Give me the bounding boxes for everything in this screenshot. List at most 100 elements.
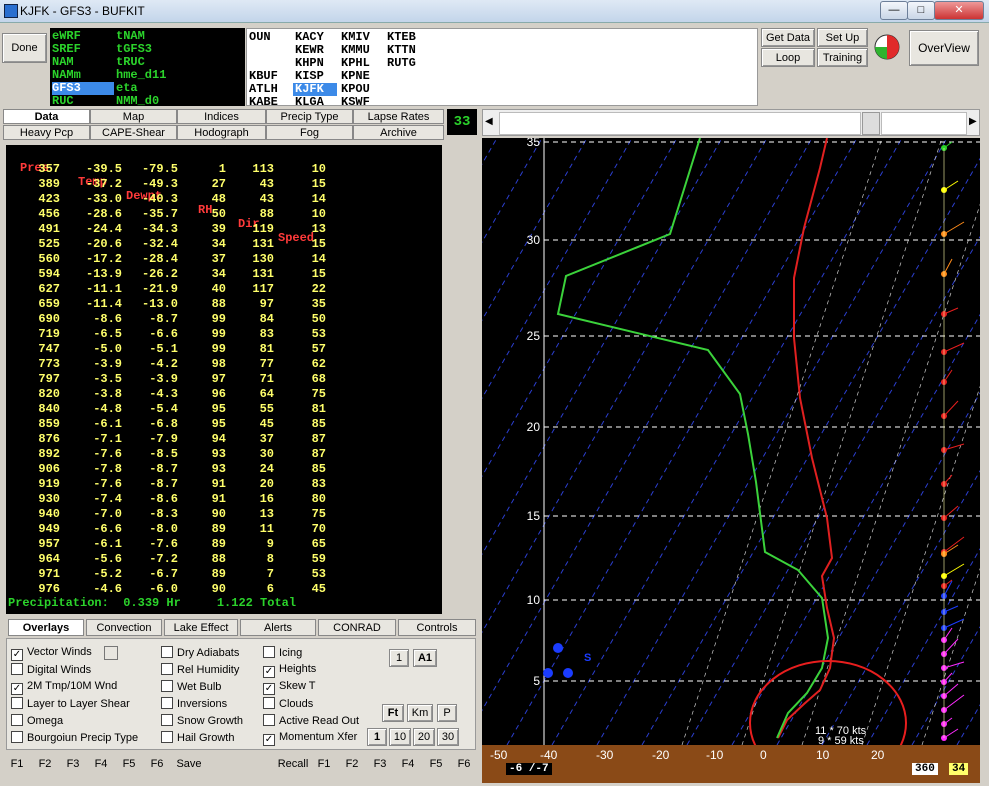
checkbox-empty-icon[interactable] (161, 646, 173, 658)
scroll-track[interactable] (499, 112, 861, 135)
f3-key[interactable]: F3 (62, 755, 84, 775)
overlay-checkbox[interactable]: ✓ Heights (263, 663, 316, 678)
overlay-checkbox-label: Momentum Xfer (279, 731, 358, 743)
overlay-checkbox[interactable]: ✓ Vector Winds (11, 646, 92, 661)
overlay-checkbox[interactable]: Hail Growth (161, 731, 234, 744)
checkbox-empty-icon[interactable] (161, 697, 173, 709)
vector-winds-swatch[interactable] (104, 646, 118, 660)
model-item[interactable]: NMM_d0 (116, 95, 159, 108)
minimize-button[interactable]: — (880, 1, 908, 20)
overview-button[interactable]: OverView (909, 30, 979, 66)
checkbox-checked-icon[interactable]: ✓ (11, 649, 23, 661)
overlay-checkbox[interactable]: Inversions (161, 697, 227, 710)
recall-f2-key[interactable]: F2 (341, 755, 363, 775)
tab-data[interactable]: Data (3, 109, 90, 124)
step-button[interactable]: 10 (389, 728, 411, 746)
tab-convection[interactable]: Convection (86, 619, 162, 636)
tab-overlays[interactable]: Overlays (8, 619, 84, 636)
skew-t-plot[interactable]: 35 30 25 20 15 10 5 11 * 70 kts 9 * 59 kts S (482, 138, 980, 745)
scroll-track-right[interactable] (881, 112, 967, 135)
get-data-button[interactable]: Get Data (761, 28, 815, 47)
tab-alerts[interactable]: Alerts (240, 619, 316, 636)
checkbox-empty-icon[interactable] (11, 731, 23, 743)
recall-f3-key[interactable]: F3 (369, 755, 391, 775)
tab-heavy-pcp[interactable]: Heavy Pcp (3, 125, 90, 140)
training-button[interactable]: Training (817, 48, 868, 67)
f6-key[interactable]: F6 (146, 755, 168, 775)
tab-indices[interactable]: Indices (177, 109, 266, 124)
overlay-checkbox[interactable]: Wet Bulb (161, 680, 221, 693)
checkbox-empty-icon[interactable] (161, 680, 173, 692)
checkbox-empty-icon[interactable] (11, 663, 23, 675)
tab-fog[interactable]: Fog (266, 125, 353, 140)
overlay-checkbox[interactable]: Rel Humidity (161, 663, 239, 676)
station-item[interactable]: RUTG (387, 57, 416, 70)
ft-button[interactable]: Ft (382, 704, 404, 722)
checkbox-checked-icon[interactable]: ✓ (263, 666, 275, 678)
f5-key[interactable]: F5 (118, 755, 140, 775)
overlay-checkbox[interactable]: ✓ 2M Tmp/10M Wnd (11, 680, 117, 695)
scroll-thumb[interactable] (862, 112, 880, 135)
f1-key[interactable]: F1 (6, 755, 28, 775)
save-label[interactable]: Save (174, 755, 204, 775)
recall-f4-key[interactable]: F4 (397, 755, 419, 775)
overlay-checkbox[interactable]: Omega (11, 714, 63, 727)
tab-archive[interactable]: Archive (353, 125, 444, 140)
checkbox-checked-icon[interactable]: ✓ (11, 683, 23, 695)
step-button[interactable]: 30 (437, 728, 459, 746)
checkbox-checked-icon[interactable]: ✓ (263, 734, 275, 746)
step-button[interactable]: 1 (367, 728, 387, 746)
scroll-right-arrow[interactable]: ▶ (969, 116, 977, 127)
close-button[interactable]: ✕ (934, 1, 984, 20)
checkbox-empty-icon[interactable] (161, 714, 173, 726)
overlay-checkbox[interactable]: Bourgoiun Precip Type (11, 731, 138, 744)
loop-button[interactable]: Loop (761, 48, 815, 67)
station-item[interactable]: KSWF (341, 96, 370, 109)
done-button[interactable]: Done (2, 33, 47, 63)
overlay-checkbox[interactable]: Layer to Layer Shear (11, 697, 130, 710)
step-1-button[interactable]: 1 (389, 649, 409, 667)
recall-f1-key[interactable]: F1 (313, 755, 335, 775)
checkbox-empty-icon[interactable] (161, 663, 173, 675)
tab-controls[interactable]: Controls (398, 619, 476, 636)
checkbox-checked-icon[interactable]: ✓ (263, 683, 275, 695)
tab-hodograph[interactable]: Hodograph (177, 125, 266, 140)
overlay-checkbox[interactable]: Icing (263, 646, 302, 659)
model-item[interactable]: RUC (52, 95, 74, 108)
overlay-checkbox[interactable]: Clouds (263, 697, 313, 710)
km-button[interactable]: Km (407, 704, 433, 722)
recall-label[interactable]: Recall (276, 755, 310, 775)
checkbox-empty-icon[interactable] (263, 646, 275, 658)
overlay-checkbox[interactable]: Active Read Out (263, 714, 359, 727)
tab-lake-effect[interactable]: Lake Effect (164, 619, 238, 636)
tab-precip-type[interactable]: Precip Type (266, 109, 353, 124)
time-scrollbar[interactable]: ◀ ▶ (482, 109, 980, 136)
checkbox-empty-icon[interactable] (11, 697, 23, 709)
station-item[interactable]: OUN (249, 31, 271, 44)
station-item[interactable]: KLGA (295, 96, 324, 109)
checkbox-empty-icon[interactable] (11, 714, 23, 726)
scroll-left-arrow[interactable]: ◀ (485, 116, 493, 127)
station-item[interactable]: KABE (249, 96, 278, 109)
tab-cape-shear[interactable]: CAPE-Shear (90, 125, 177, 140)
checkbox-empty-icon[interactable] (161, 731, 173, 743)
overlay-checkbox[interactable]: Digital Winds (11, 663, 91, 676)
tab-conrad[interactable]: CONRAD (318, 619, 396, 636)
set-up-button[interactable]: Set Up (817, 28, 868, 47)
recall-f6-key[interactable]: F6 (453, 755, 475, 775)
p-button[interactable]: P (437, 704, 457, 722)
checkbox-empty-icon[interactable] (263, 697, 275, 709)
a1-button[interactable]: A1 (413, 649, 437, 667)
checkbox-empty-icon[interactable] (263, 714, 275, 726)
tab-map[interactable]: Map (90, 109, 177, 124)
overlay-checkbox[interactable]: ✓ Momentum Xfer (263, 731, 357, 746)
step-button[interactable]: 20 (413, 728, 435, 746)
overlay-checkbox[interactable]: Snow Growth (161, 714, 243, 727)
overlay-checkbox[interactable]: ✓ Skew T (263, 680, 315, 695)
f2-key[interactable]: F2 (34, 755, 56, 775)
tab-lapse-rates[interactable]: Lapse Rates (353, 109, 444, 124)
maximize-button[interactable]: □ (907, 1, 935, 20)
overlay-checkbox[interactable]: Dry Adiabats (161, 646, 239, 659)
recall-f5-key[interactable]: F5 (425, 755, 447, 775)
f4-key[interactable]: F4 (90, 755, 112, 775)
